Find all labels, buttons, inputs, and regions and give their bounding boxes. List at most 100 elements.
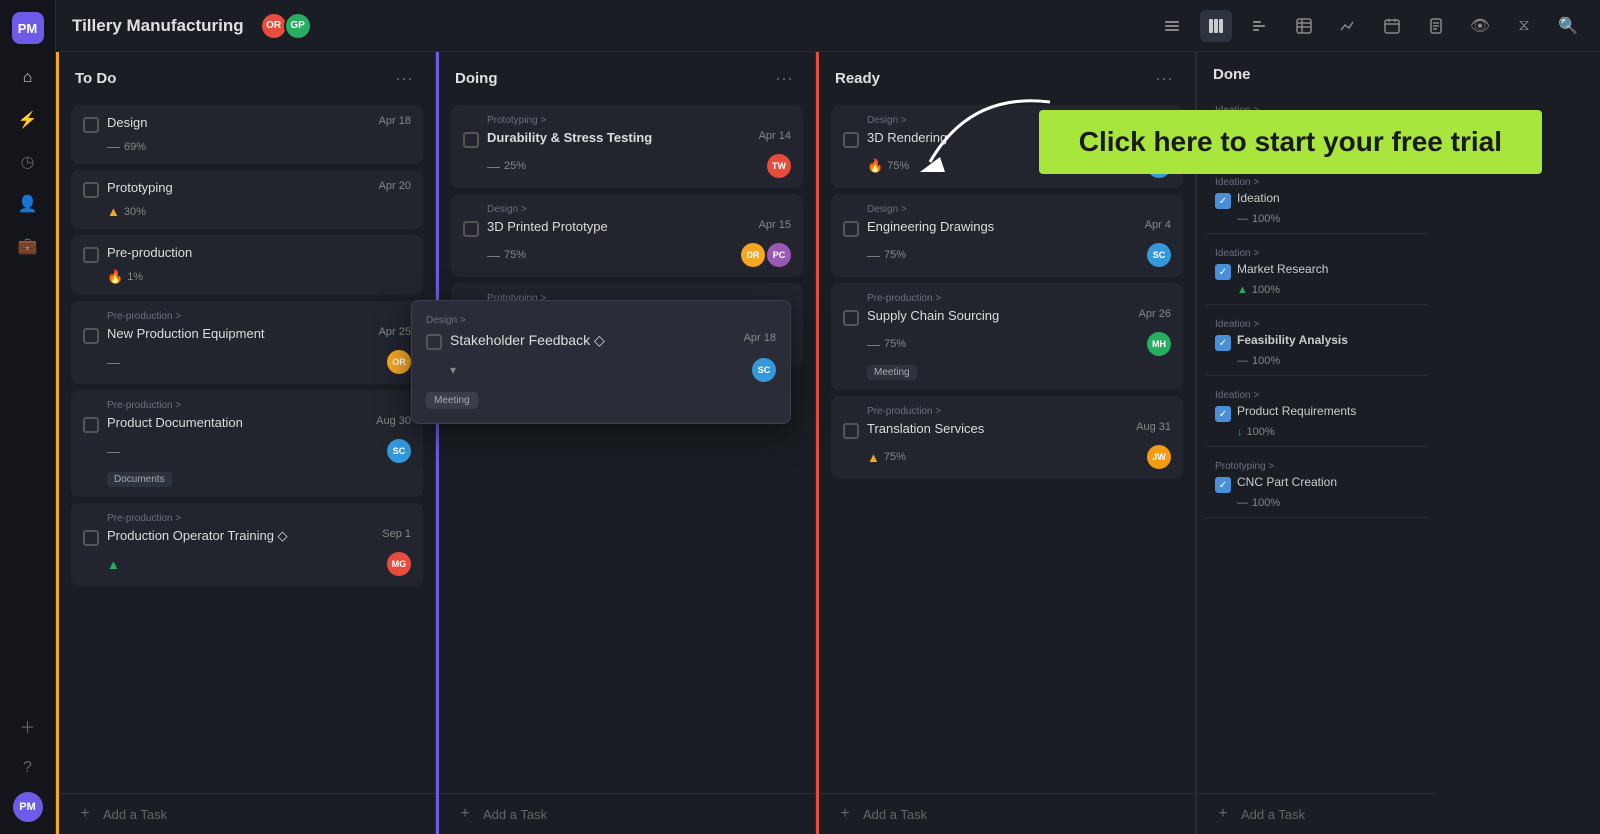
topbar: Tillery Manufacturing OR GP 👁 ⧖ 🔍	[56, 0, 1600, 52]
progress-icon: 🔥	[867, 158, 883, 174]
view-list-icon[interactable]	[1156, 10, 1188, 42]
sidebar-item-activity[interactable]: ⚡	[10, 102, 46, 138]
task-parent: Pre-production >	[843, 406, 1171, 417]
task-card[interactable]: Pre-production 🔥 1%	[71, 235, 423, 295]
progress-indicator: —	[107, 444, 120, 459]
task-card[interactable]: Pre-production > Supply Chain Sourcing A…	[831, 283, 1183, 390]
progress-value: 75%	[887, 160, 909, 172]
task-card[interactable]: Pre-production > New Production Equipmen…	[71, 301, 423, 384]
progress-icon: —	[107, 444, 120, 459]
task-date: Aug 30	[376, 415, 411, 427]
user-avatar[interactable]: PM	[13, 792, 43, 822]
sidebar-item-users[interactable]: 👤	[10, 186, 46, 222]
add-task-ready-button[interactable]: + Add a Task	[819, 793, 1195, 834]
drag-checkbox[interactable]	[426, 334, 442, 350]
task-date: Apr 20	[379, 180, 411, 192]
task-checkbox[interactable]	[83, 117, 99, 133]
search-icon[interactable]: 🔍	[1552, 10, 1584, 42]
task-parent: Ideation >	[1215, 319, 1418, 330]
sidebar-item-help[interactable]: ?	[10, 750, 46, 786]
task-checkbox[interactable]	[1215, 335, 1231, 351]
progress-icon: —	[487, 248, 500, 263]
progress-value: 30%	[124, 206, 146, 218]
task-checkbox[interactable]	[463, 221, 479, 237]
sidebar-item-add[interactable]: ＋	[10, 708, 46, 744]
task-parent: Pre-production >	[83, 311, 411, 322]
task-parent: Design >	[463, 204, 791, 215]
task-name: CNC Part Creation	[1237, 475, 1418, 491]
app-logo[interactable]: PM	[12, 12, 44, 44]
task-name: Design	[107, 115, 371, 132]
task-checkbox[interactable]	[843, 423, 859, 439]
task-card[interactable]: Design Apr 18 — 69%	[71, 105, 423, 164]
task-card[interactable]: Design > Engineering Drawings Apr 4 — 75…	[831, 194, 1183, 277]
task-name: Supply Chain Sourcing	[867, 308, 1131, 325]
task-checkbox[interactable]	[83, 530, 99, 546]
sidebar-item-home[interactable]: ⌂	[10, 60, 46, 96]
done-task-card[interactable]: Ideation > Market Research ▲ 100%	[1205, 240, 1428, 305]
task-card[interactable]: Design > 3D Printed Prototype Apr 15 — 7…	[451, 194, 803, 277]
column-done-header: Done	[1197, 52, 1436, 93]
view-board-icon[interactable]	[1200, 10, 1232, 42]
task-checkbox[interactable]	[1215, 264, 1231, 280]
eye-icon[interactable]: 👁	[1464, 10, 1496, 42]
view-doc-icon[interactable]	[1420, 10, 1452, 42]
column-doing-title: Doing	[455, 70, 761, 87]
progress-icon: 🔥	[107, 269, 123, 285]
sidebar-item-briefcase[interactable]: 💼	[10, 228, 46, 264]
add-task-doing-button[interactable]: + Add a Task	[439, 793, 815, 834]
task-assignee: SC	[1147, 243, 1171, 267]
progress-value: 100%	[1247, 426, 1275, 438]
task-assignee: OR	[387, 350, 411, 374]
done-task-card[interactable]: Prototyping > CNC Part Creation — 100%	[1205, 453, 1428, 518]
sidebar-item-clock[interactable]: ◷	[10, 144, 46, 180]
task-checkbox[interactable]	[1215, 406, 1231, 422]
column-doing-menu[interactable]: ···	[769, 66, 799, 91]
view-timeline-icon[interactable]	[1244, 10, 1276, 42]
task-tag: Meeting	[867, 365, 917, 380]
column-ready-menu[interactable]: ···	[1149, 66, 1179, 91]
user-avatar-gp[interactable]: GP	[284, 12, 312, 40]
task-date: Aug 31	[1136, 421, 1171, 433]
task-checkbox[interactable]	[463, 132, 479, 148]
task-name: Prototyping	[107, 180, 371, 197]
drag-parent: Design >	[426, 315, 776, 326]
task-checkbox[interactable]	[83, 247, 99, 263]
add-task-done-button[interactable]: + Add a Task	[1197, 793, 1436, 834]
task-checkbox[interactable]	[83, 417, 99, 433]
task-card[interactable]: Pre-production > Product Documentation A…	[71, 390, 423, 497]
view-calendar-icon[interactable]	[1376, 10, 1408, 42]
task-checkbox[interactable]	[843, 132, 859, 148]
drag-task-name: Stakeholder Feedback ◇	[450, 332, 736, 349]
task-checkbox[interactable]	[843, 221, 859, 237]
task-checkbox[interactable]	[1215, 193, 1231, 209]
done-task-card[interactable]: Ideation > Feasibility Analysis — 100%	[1205, 311, 1428, 376]
task-checkbox[interactable]	[83, 328, 99, 344]
task-card[interactable]: Pre-production > Production Operator Tra…	[71, 503, 423, 586]
task-name: Feasibility Analysis	[1237, 333, 1418, 349]
progress-value: 100%	[1252, 355, 1280, 367]
task-parent: Pre-production >	[83, 513, 411, 524]
progress-icon: —	[1237, 355, 1248, 367]
progress-indicator: ▲ 75%	[867, 450, 906, 465]
progress-icon: —	[867, 337, 880, 352]
trial-banner[interactable]: Click here to start your free trial	[1039, 110, 1542, 174]
task-checkbox[interactable]	[843, 310, 859, 326]
view-table-icon[interactable]	[1288, 10, 1320, 42]
done-task-card[interactable]: Ideation > Product Requirements ↓ 100%	[1205, 382, 1428, 447]
progress-indicator: —	[107, 355, 120, 370]
filter-icon[interactable]: ⧖	[1508, 10, 1540, 42]
task-checkbox[interactable]	[1215, 477, 1231, 493]
column-doing: Doing ··· Prototyping > Durability & Str…	[436, 52, 816, 834]
done-task-card[interactable]: Ideation > Ideation — 100%	[1205, 169, 1428, 234]
task-card[interactable]: Prototyping > Durability & Stress Testin…	[451, 105, 803, 188]
task-parent: Prototyping >	[1215, 461, 1418, 472]
progress-value: 25%	[504, 160, 526, 172]
view-chart-icon[interactable]	[1332, 10, 1364, 42]
add-task-button[interactable]: + Add a Task	[59, 793, 435, 834]
task-checkbox[interactable]	[83, 182, 99, 198]
column-todo-menu[interactable]: ···	[389, 66, 419, 91]
task-card[interactable]: Pre-production > Translation Services Au…	[831, 396, 1183, 479]
board: To Do ··· Design Apr 18 — 69%	[56, 52, 1600, 834]
task-card[interactable]: Prototyping Apr 20 ▲ 30%	[71, 170, 423, 229]
